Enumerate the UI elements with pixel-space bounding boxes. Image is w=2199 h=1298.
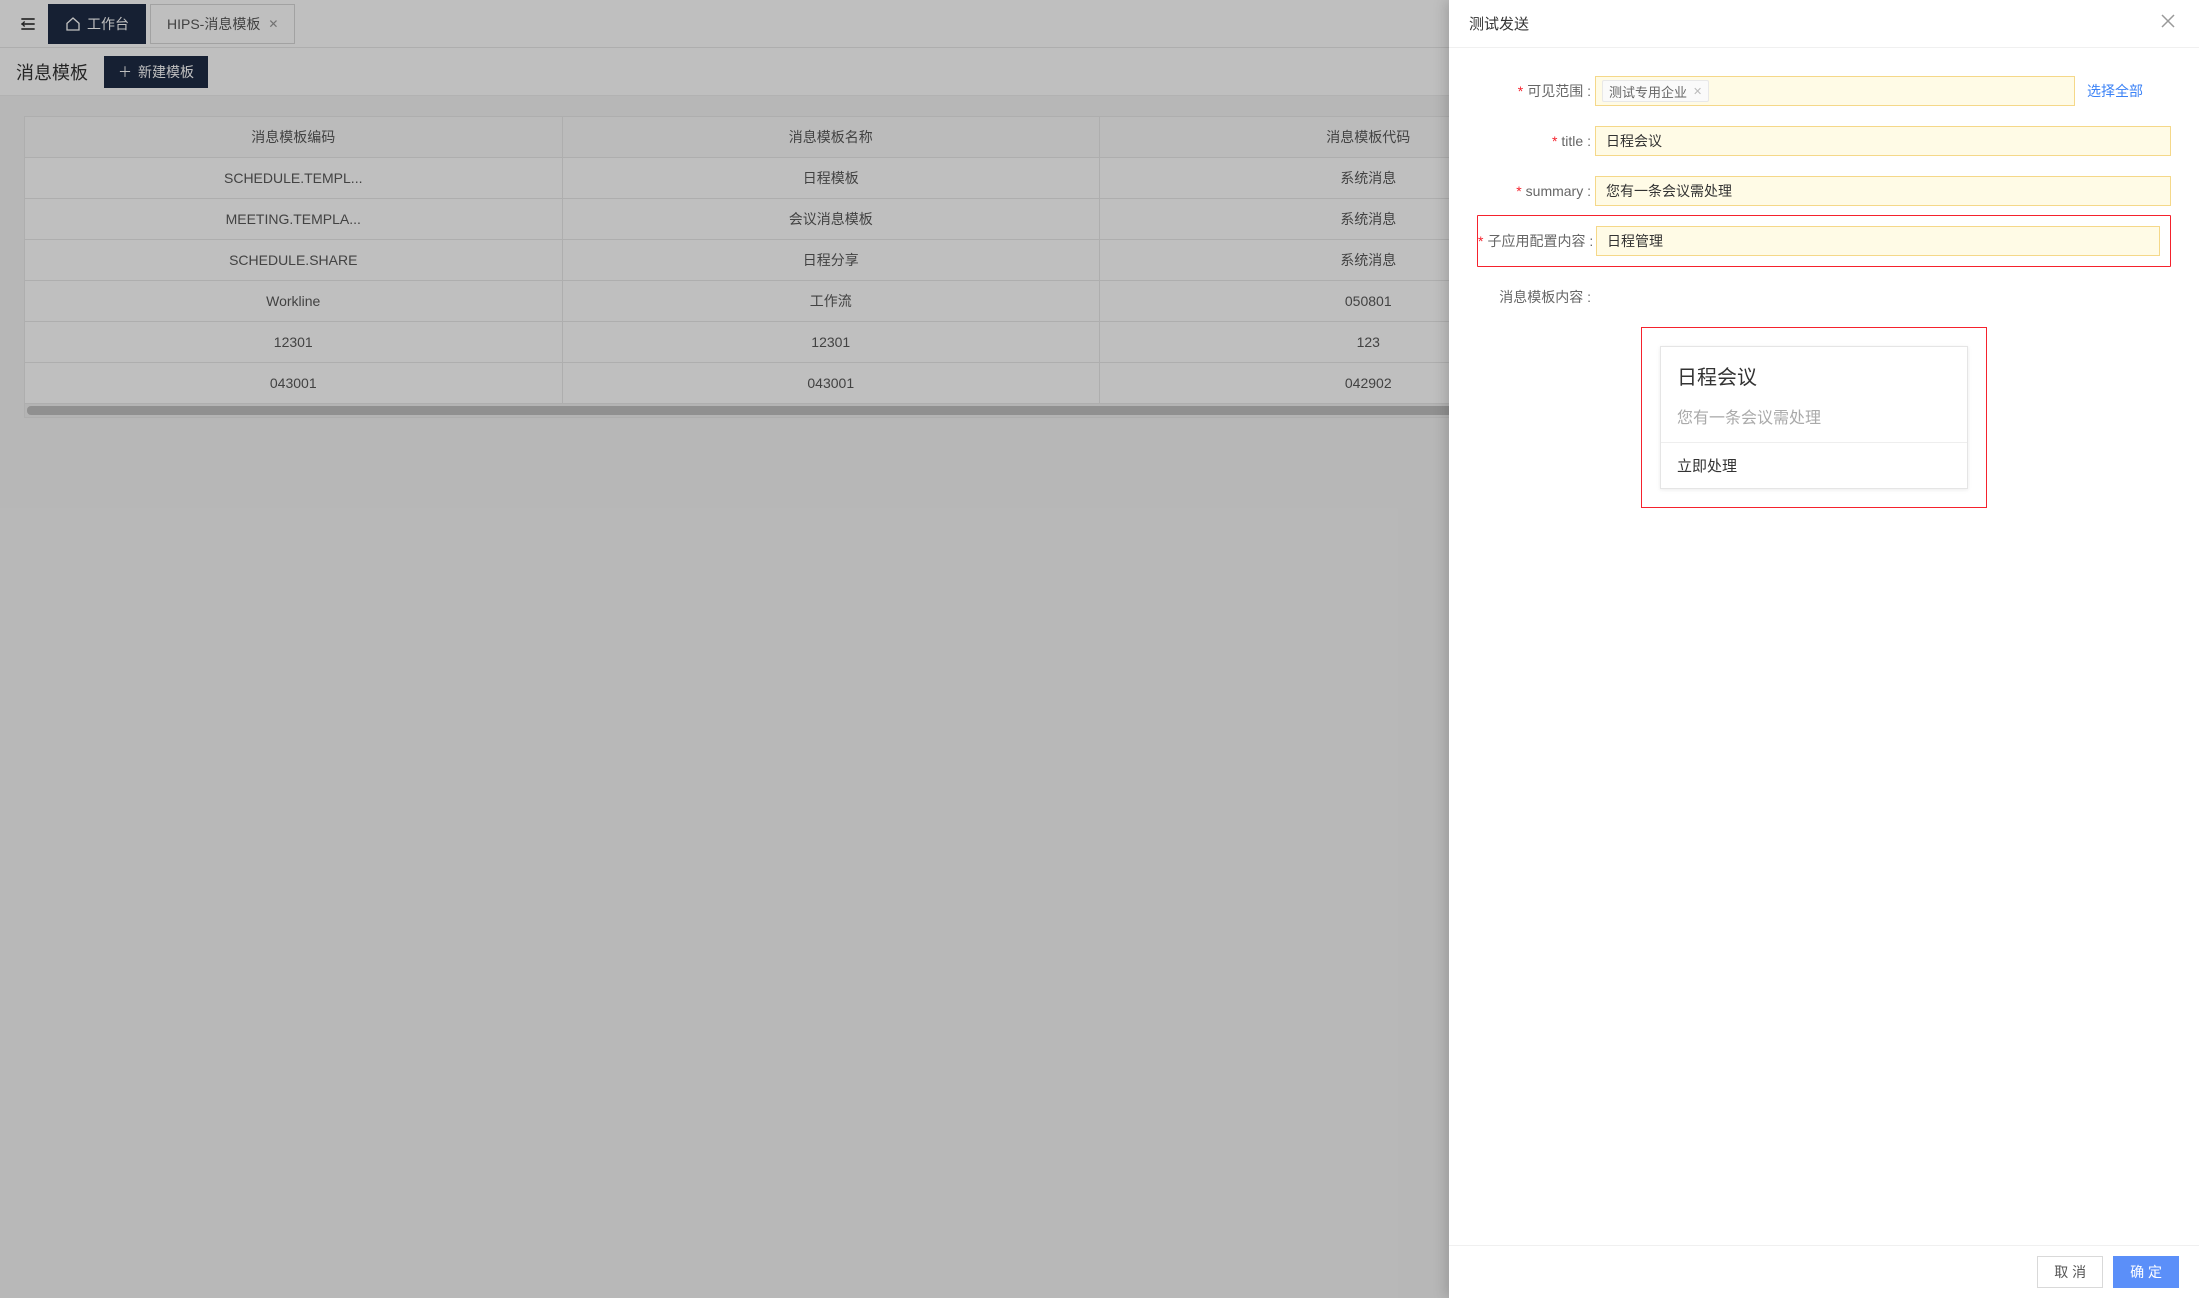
title-input[interactable]	[1595, 126, 2171, 156]
preview-title: 日程会议	[1677, 361, 1951, 390]
scope-tag: 测试专用企业 ✕	[1602, 80, 1709, 102]
select-all-link[interactable]: 选择全部	[2087, 81, 2143, 101]
tag-remove-icon[interactable]: ✕	[1693, 85, 1702, 98]
cancel-button[interactable]: 取 消	[2037, 1256, 2103, 1288]
scope-input[interactable]: 测试专用企业 ✕	[1595, 76, 2075, 106]
drawer-close-button[interactable]	[2157, 10, 2179, 37]
drawer-body: *可见范围 : 测试专用企业 ✕ 选择全部 *title :	[1449, 48, 2199, 1245]
label-content: 消息模板内容 :	[1477, 287, 1595, 307]
label-subapp: *子应用配置内容 :	[1478, 226, 1596, 256]
preview-card: 日程会议 您有一条会议需处理 立即处理	[1660, 346, 1968, 489]
label-scope: *可见范围 :	[1477, 76, 1595, 106]
close-icon	[2161, 14, 2175, 28]
subapp-input[interactable]	[1596, 226, 2160, 256]
drawer-footer: 取 消 确 定	[1449, 1245, 2199, 1298]
form-row-subapp-highlight: *子应用配置内容 :	[1477, 215, 2171, 267]
form-row-content: 消息模板内容 :	[1477, 287, 2171, 307]
label-summary: *summary :	[1477, 176, 1595, 206]
form-row-scope: *可见范围 : 测试专用企业 ✕ 选择全部	[1477, 76, 2171, 106]
drawer-title: 测试发送	[1469, 13, 1529, 34]
drawer-test-send: 测试发送 *可见范围 : 测试专用企业 ✕ 选择全部	[1449, 0, 2199, 1298]
preview-highlight: 日程会议 您有一条会议需处理 立即处理	[1641, 327, 1987, 508]
preview-action-button[interactable]: 立即处理	[1661, 442, 1967, 488]
scope-tag-label: 测试专用企业	[1609, 82, 1687, 101]
form-row-summary: *summary :	[1477, 176, 2171, 206]
summary-input[interactable]	[1595, 176, 2171, 206]
drawer-header: 测试发送	[1449, 0, 2199, 48]
ok-button[interactable]: 确 定	[2113, 1256, 2179, 1288]
label-title: *title :	[1477, 126, 1595, 156]
form-row-title: *title :	[1477, 126, 2171, 156]
preview-summary: 您有一条会议需处理	[1677, 404, 1951, 428]
